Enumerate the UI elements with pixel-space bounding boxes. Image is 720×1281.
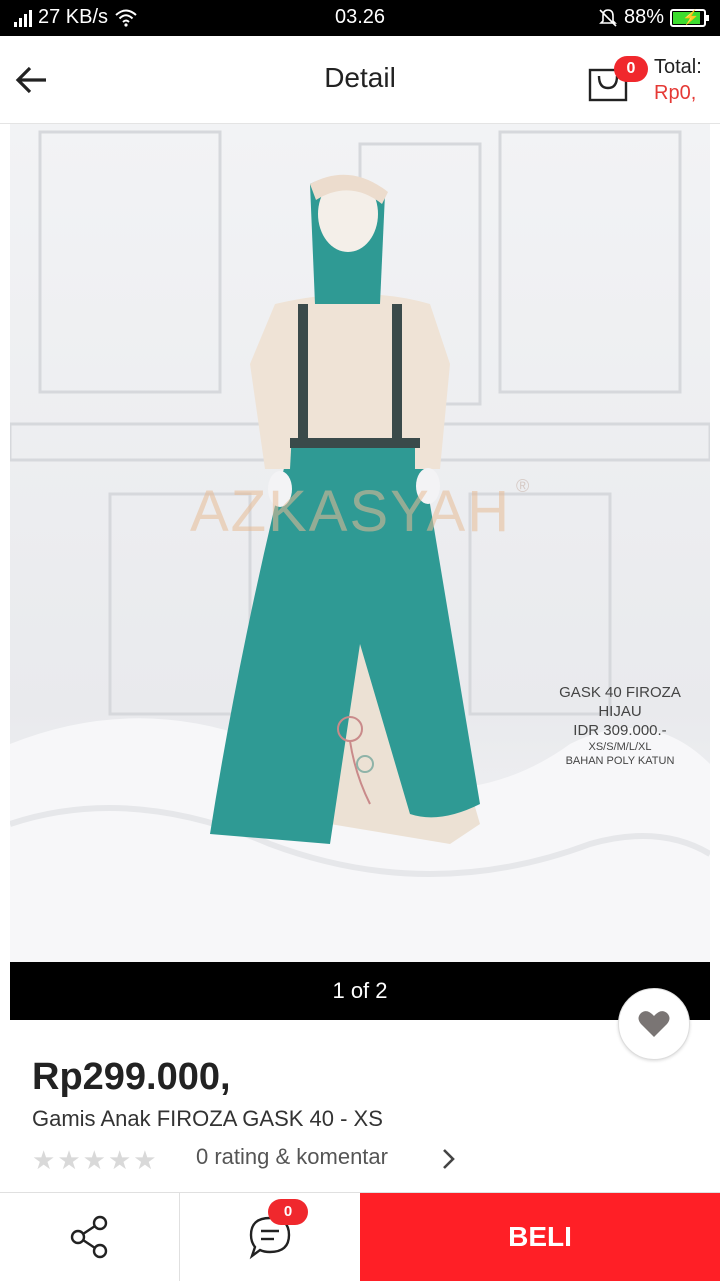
product-price: Rp299.000, (32, 1056, 231, 1098)
total-value: Rp0, (654, 82, 697, 104)
chevron-right-icon[interactable] (440, 1146, 458, 1172)
star-icon: ★ (133, 1145, 157, 1175)
favorite-button[interactable] (618, 988, 690, 1060)
buy-button[interactable]: BELI (360, 1193, 720, 1281)
caption-line-1: GASK 40 FIROZA (559, 684, 681, 701)
comment-count-badge: 0 (268, 1199, 308, 1225)
total-label: Total: (654, 56, 702, 78)
mute-bell-icon (599, 8, 617, 27)
watermark-registered-mark: ® (516, 476, 530, 496)
rating-link[interactable]: 0 rating & komentar (196, 1144, 388, 1170)
product-gallery[interactable]: AZKASYAH ® GASK 40 FIROZA HIJAU IDR 309.… (10, 124, 710, 1020)
cart-count-badge: 0 (614, 56, 648, 82)
caption-line-3: IDR 309.000.- (573, 722, 667, 739)
star-icon: ★ (82, 1145, 106, 1175)
battery-charging-icon: ⚡ (670, 8, 709, 27)
star-icon: ★ (57, 1145, 81, 1175)
product-name: Gamis Anak FIROZA GASK 40 - XS (32, 1106, 383, 1131)
bottom-action-bar: 0 BELI (0, 1192, 720, 1281)
battery-level: 88% (623, 6, 664, 28)
photo-caption: GASK 40 FIROZA HIJAU IDR 309.000.- XS/S/… (540, 684, 700, 767)
share-icon (70, 1215, 107, 1259)
caption-line-5: BAHAN POLY KATUN (565, 755, 675, 767)
caption-line-2: HIJAU (598, 703, 642, 720)
star-icon: ★ (32, 1145, 56, 1175)
image-counter: 1 of 2 (10, 962, 710, 1020)
star-icon: ★ (107, 1145, 132, 1175)
share-button[interactable] (0, 1193, 180, 1281)
caption-line-4: XS/S/M/L/XL (588, 741, 652, 753)
rating-stars: ★ ★ ★ ★ ★ (32, 1146, 157, 1174)
status-right: 88% ⚡ (598, 6, 709, 29)
status-bar: 27 KB/s 03.26 88% ⚡ (0, 0, 720, 36)
heart-icon (638, 1011, 670, 1037)
product-photo[interactable]: AZKASYAH ® GASK 40 FIROZA HIJAU IDR 309.… (10, 124, 710, 962)
app-bar: Detail 0 Total: Rp0, (0, 36, 720, 124)
watermark-text: AZKASYAH (190, 479, 512, 544)
